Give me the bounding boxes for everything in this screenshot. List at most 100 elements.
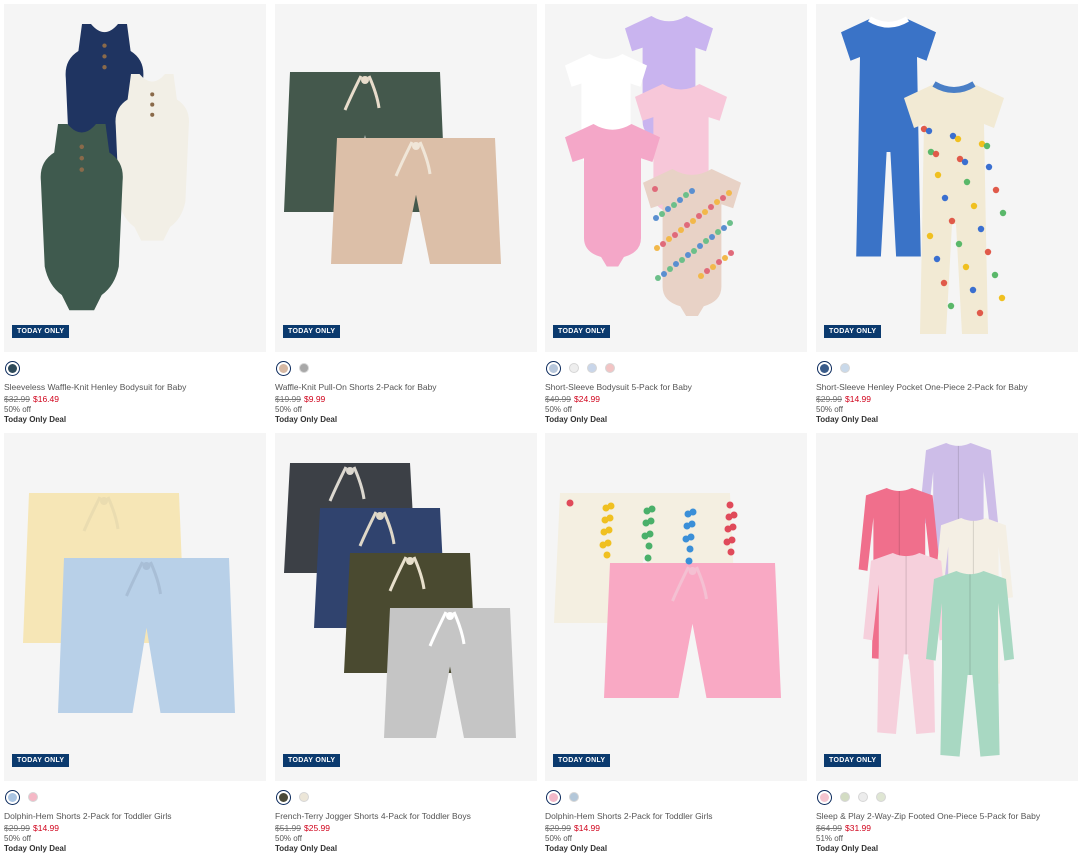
product-price: $29.99 $14.99: [816, 394, 1078, 404]
product-card[interactable]: TODAY ONLY Sleeveless Waffle-Knit Henley…: [4, 4, 266, 424]
color-swatches: [4, 789, 266, 805]
deal-label: Today Only Deal: [4, 844, 67, 853]
today-only-badge: TODAY ONLY: [283, 325, 341, 338]
product-name[interactable]: Dolphin-Hem Shorts 2-Pack for Toddler Gi…: [4, 811, 266, 821]
discount-label: 50% off: [816, 405, 843, 414]
product-name[interactable]: Sleep & Play 2-Way-Zip Footed One-Piece …: [816, 811, 1078, 821]
product-image[interactable]: TODAY ONLY: [545, 4, 807, 352]
shorts-2pack-image: [284, 72, 501, 264]
color-swatch[interactable]: [858, 792, 868, 802]
original-price: $29.99: [545, 823, 571, 833]
discount-label: 50% off: [275, 405, 302, 414]
sale-price: $9.99: [304, 394, 326, 404]
color-swatches: [816, 360, 1078, 376]
color-swatch[interactable]: [840, 792, 850, 802]
discount-label: 50% off: [545, 834, 572, 843]
color-swatch[interactable]: [299, 792, 309, 802]
today-only-badge: TODAY ONLY: [12, 325, 70, 338]
deal-label: Today Only Deal: [545, 415, 608, 424]
discount-label: 50% off: [4, 405, 31, 414]
original-price: $49.99: [545, 394, 571, 404]
color-swatch[interactable]: [817, 789, 832, 805]
product-card[interactable]: TODAY ONLY Dolphin-Hem Shorts 2-Pack for…: [545, 433, 807, 853]
color-swatch[interactable]: [605, 363, 615, 373]
product-card[interactable]: TODAY ONLY Short-Sleeve Bodysuit 5-Pack …: [545, 4, 807, 424]
today-only-badge: TODAY ONLY: [553, 754, 611, 767]
product-card[interactable]: TODAY ONLY French-Terry Jogger Shorts 4-…: [275, 433, 537, 853]
sale-price: $16.49: [33, 394, 59, 404]
color-swatch[interactable]: [587, 363, 597, 373]
one-piece-2pack-image: [841, 16, 1007, 334]
color-swatch[interactable]: [840, 363, 850, 373]
today-only-badge: TODAY ONLY: [12, 754, 70, 767]
original-price: $19.99: [275, 394, 301, 404]
sale-price: $14.99: [574, 823, 600, 833]
product-price: $19.99 $9.99: [275, 394, 537, 404]
bodysuit-3pack-image: [40, 24, 189, 311]
deal-label: Today Only Deal: [816, 844, 879, 853]
product-card[interactable]: TODAY ONLY Sleep & Play 2-Way-Zip Footed…: [816, 433, 1078, 853]
color-swatches: [816, 789, 1078, 805]
product-name[interactable]: Waffle-Knit Pull-On Shorts 2-Pack for Ba…: [275, 382, 537, 392]
bodysuit-5pack-image: [565, 16, 741, 316]
product-image[interactable]: TODAY ONLY: [4, 433, 266, 781]
product-card[interactable]: TODAY ONLY Short-Sleeve Henley Pocket On…: [816, 4, 1078, 424]
color-swatch[interactable]: [546, 360, 561, 376]
color-swatch[interactable]: [5, 360, 20, 376]
today-only-badge: TODAY ONLY: [283, 754, 341, 767]
color-swatches: [4, 360, 266, 376]
original-price: $29.99: [816, 394, 842, 404]
jogger-shorts-4pack-image: [284, 463, 516, 738]
product-name[interactable]: Short-Sleeve Bodysuit 5-Pack for Baby: [545, 382, 807, 392]
color-swatch[interactable]: [546, 789, 561, 805]
today-only-badge: TODAY ONLY: [824, 325, 882, 338]
color-swatches: [275, 360, 537, 376]
product-image[interactable]: TODAY ONLY: [275, 433, 537, 781]
color-swatch[interactable]: [28, 792, 38, 802]
sale-price: $24.99: [574, 394, 600, 404]
sleep-play-5pack-image: [858, 443, 1014, 757]
product-price: $64.99 $31.99: [816, 823, 1078, 833]
sale-price: $31.99: [845, 823, 871, 833]
product-price: $51.99 $25.99: [275, 823, 537, 833]
deal-label: Today Only Deal: [816, 415, 879, 424]
deal-label: Today Only Deal: [545, 844, 608, 853]
deal-label: Today Only Deal: [4, 415, 67, 424]
deal-label: Today Only Deal: [275, 415, 338, 424]
sale-price: $25.99: [304, 823, 330, 833]
product-price: $49.99 $24.99: [545, 394, 807, 404]
sale-price: $14.99: [33, 823, 59, 833]
color-swatch[interactable]: [569, 792, 579, 802]
original-price: $51.99: [275, 823, 301, 833]
product-price: $29.99 $14.99: [4, 823, 266, 833]
color-swatches: [275, 789, 537, 805]
color-swatch[interactable]: [569, 363, 579, 373]
discount-label: 50% off: [275, 834, 302, 843]
color-swatches: [545, 360, 807, 376]
original-price: $29.99: [4, 823, 30, 833]
color-swatches: [545, 789, 807, 805]
today-only-badge: TODAY ONLY: [824, 754, 882, 767]
color-swatch[interactable]: [817, 360, 832, 376]
product-image[interactable]: TODAY ONLY: [275, 4, 537, 352]
product-card[interactable]: TODAY ONLY Waffle-Knit Pull-On Shorts 2-…: [275, 4, 537, 424]
color-swatch[interactable]: [299, 363, 309, 373]
product-card[interactable]: TODAY ONLY Dolphin-Hem Shorts 2-Pack for…: [4, 433, 266, 853]
product-name[interactable]: Sleeveless Waffle-Knit Henley Bodysuit f…: [4, 382, 266, 392]
color-swatch[interactable]: [276, 789, 291, 805]
discount-label: 50% off: [4, 834, 31, 843]
sale-price: $14.99: [845, 394, 871, 404]
product-image[interactable]: TODAY ONLY: [545, 433, 807, 781]
product-name[interactable]: Short-Sleeve Henley Pocket One-Piece 2-P…: [816, 382, 1078, 392]
product-image[interactable]: TODAY ONLY: [816, 4, 1078, 352]
color-swatch[interactable]: [5, 789, 20, 805]
product-image[interactable]: TODAY ONLY: [816, 433, 1078, 781]
color-swatch[interactable]: [876, 792, 886, 802]
product-price: $32.99 $16.49: [4, 394, 266, 404]
product-image[interactable]: TODAY ONLY: [4, 4, 266, 352]
color-swatch[interactable]: [276, 360, 291, 376]
product-name[interactable]: French-Terry Jogger Shorts 4-Pack for To…: [275, 811, 537, 821]
original-price: $32.99: [4, 394, 30, 404]
product-name[interactable]: Dolphin-Hem Shorts 2-Pack for Toddler Gi…: [545, 811, 807, 821]
discount-label: 51% off: [816, 834, 843, 843]
